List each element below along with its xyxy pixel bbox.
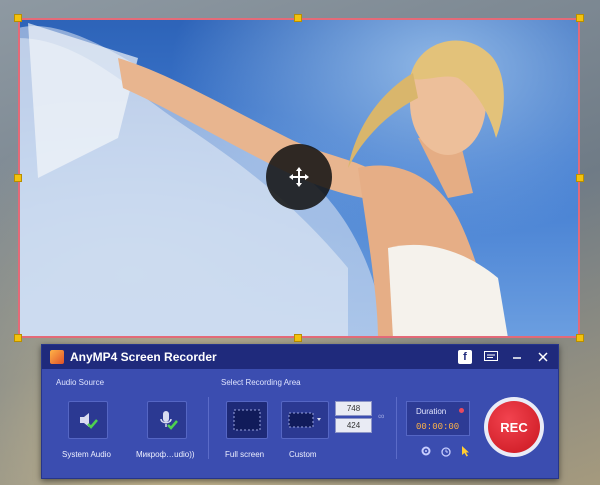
audio-source-label: Audio Source [56, 378, 105, 387]
width-input[interactable]: 748 [335, 401, 372, 416]
system-audio-label: System Audio [62, 450, 111, 459]
duration-indicator [459, 408, 464, 413]
gear-icon[interactable] [419, 444, 433, 458]
resize-handle-bottom-left[interactable] [14, 334, 22, 342]
move-button[interactable] [266, 144, 332, 210]
custom-area-button[interactable] [281, 401, 329, 439]
resize-handle-left[interactable] [14, 174, 22, 182]
microphone-label: Микроф…udio)) [136, 450, 195, 459]
full-screen-button[interactable] [226, 401, 268, 439]
facebook-icon[interactable]: f [458, 350, 472, 364]
app-title: AnyMP4 Screen Recorder [70, 350, 217, 364]
full-screen-icon [233, 409, 261, 431]
divider [208, 397, 209, 459]
resize-handle-right[interactable] [576, 174, 584, 182]
link-icon[interactable]: ∞ [378, 411, 384, 421]
resize-handle-top-left[interactable] [14, 14, 22, 22]
app-logo-icon [50, 350, 64, 364]
resize-handle-bottom-right[interactable] [576, 334, 584, 342]
resize-handle-bottom[interactable] [294, 334, 302, 342]
full-screen-label: Full screen [225, 450, 265, 459]
speaker-icon [80, 413, 98, 429]
height-input[interactable]: 424 [335, 418, 372, 433]
title-bar: AnyMP4 Screen Recorder f [42, 345, 558, 369]
close-icon[interactable] [536, 350, 550, 364]
custom-area-icon [288, 412, 321, 428]
move-icon [289, 167, 309, 187]
divider [396, 397, 397, 459]
custom-label: Custom [289, 450, 317, 459]
rec-button-ring: REC [484, 397, 544, 457]
minimize-icon[interactable] [510, 350, 524, 364]
microphone-button[interactable] [147, 401, 187, 439]
duration-label: Duration [416, 407, 447, 416]
resize-handle-top[interactable] [294, 14, 302, 22]
duration-time: 00:00:00 [416, 422, 460, 432]
feedback-icon[interactable] [484, 350, 498, 364]
recording-area-label: Select Recording Area [221, 378, 301, 387]
rec-button[interactable]: REC [488, 401, 540, 453]
resize-handle-top-right[interactable] [576, 14, 584, 22]
microphone-icon [160, 411, 178, 430]
cursor-icon[interactable] [459, 444, 473, 458]
recorder-panel: AnyMP4 Screen Recorder f Audio Source Se… [41, 344, 559, 479]
alarm-icon[interactable] [439, 444, 453, 458]
duration-box: Duration 00:00:00 [406, 401, 470, 436]
system-audio-button[interactable] [68, 401, 108, 439]
